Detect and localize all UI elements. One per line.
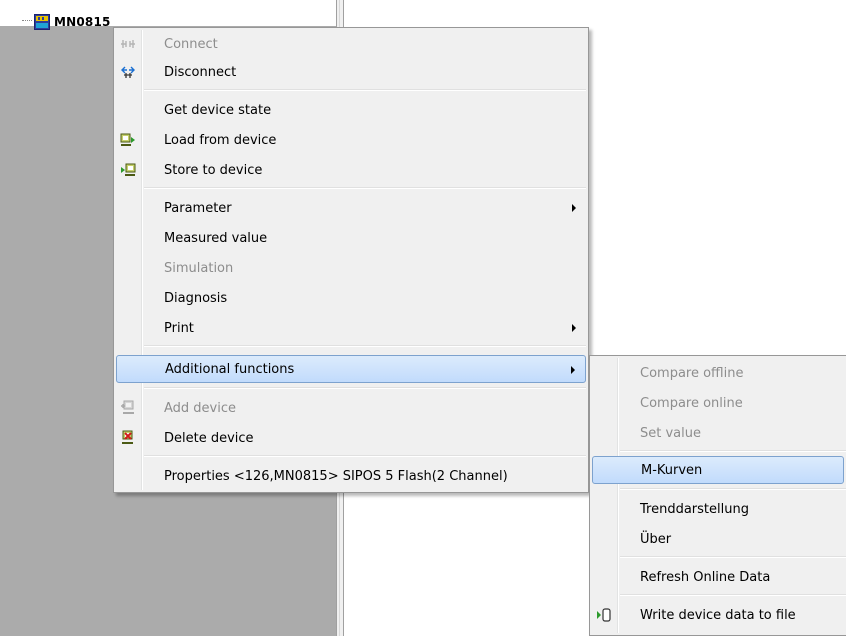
menu-item-diagnosis[interactable]: Diagnosis [116,284,586,312]
menu-separator [620,450,846,452]
menu-item-label: Delete device [164,430,254,446]
menu-separator [144,187,586,189]
menu-item-label: Parameter [164,200,232,216]
delete-device-icon [119,429,137,447]
connect-icon [119,35,137,53]
menu-item-label: Load from device [164,132,277,148]
submenu-item-refresh-online-data[interactable]: Refresh Online Data [592,563,844,591]
menu-item-label: Set value [640,425,701,441]
submenu-item-ueber[interactable]: Über [592,525,844,553]
menu-item-connect[interactable]: Connect [116,30,586,58]
menu-item-label: M-Kurven [641,462,703,478]
submenu-item-set-value[interactable]: Set value [592,419,844,447]
submenu-item-trenddarstellung[interactable]: Trenddarstellung [592,495,844,523]
device-node-icon [34,14,50,30]
submenu-arrow-icon [572,204,576,212]
tree-node-device[interactable]: MN0815 [34,13,111,31]
context-menu: Connect Disconnect Get device state Load… [113,27,589,493]
menu-item-label: Connect [164,36,218,52]
menu-item-label: Properties <126,MN0815> SIPOS 5 Flash(2 … [164,468,508,484]
menu-item-measured-value[interactable]: Measured value [116,224,586,252]
menu-separator [144,89,586,91]
tree-connector-line [22,20,32,21]
menu-separator [620,488,846,490]
submenu-item-write-device-data[interactable]: Write device data to file [592,601,844,629]
menu-item-label: Simulation [164,260,234,276]
menu-separator [620,556,846,558]
menu-item-label: Diagnosis [164,290,228,306]
submenu-item-compare-offline[interactable]: Compare offline [592,359,844,387]
disconnect-icon [119,63,137,81]
menu-item-label: Store to device [164,162,263,178]
menu-item-label: Additional functions [165,361,295,377]
menu-item-simulation[interactable]: Simulation [116,254,586,282]
menu-separator [620,594,846,596]
menu-item-label: Add device [164,400,237,416]
menu-item-label: Über [640,531,672,547]
menu-item-add-device[interactable]: Add device [116,394,586,422]
menu-item-store-to-device[interactable]: Store to device [116,156,586,184]
menu-item-label: Trenddarstellung [640,501,749,517]
load-from-device-icon [119,131,137,149]
tree-node-label: MN0815 [54,15,111,29]
menu-separator [144,387,586,389]
menu-item-label: Disconnect [164,64,237,80]
menu-item-label: Measured value [164,230,268,246]
menu-item-label: Get device state [164,102,272,118]
menu-item-label: Compare offline [640,365,744,381]
menu-separator [144,455,586,457]
menu-item-disconnect[interactable]: Disconnect [116,58,586,86]
menu-separator [144,345,586,347]
store-to-device-icon [119,161,137,179]
menu-item-additional-functions[interactable]: Additional functions [116,355,586,383]
menu-item-label: Refresh Online Data [640,569,771,585]
menu-item-label: Compare online [640,395,743,411]
menu-item-get-device-state[interactable]: Get device state [116,96,586,124]
menu-item-print[interactable]: Print [116,314,586,342]
add-device-icon [119,399,137,417]
submenu-arrow-icon [571,366,575,374]
write-file-icon [595,606,613,624]
submenu-item-compare-online[interactable]: Compare online [592,389,844,417]
menu-item-properties[interactable]: Properties <126,MN0815> SIPOS 5 Flash(2 … [116,462,586,490]
menu-item-parameter[interactable]: Parameter [116,194,586,222]
menu-item-label: Write device data to file [640,607,796,623]
menu-item-label: Print [164,320,194,336]
additional-functions-submenu: Compare offline Compare online Set value… [589,355,846,636]
menu-item-delete-device[interactable]: Delete device [116,424,586,452]
menu-item-load-from-device[interactable]: Load from device [116,126,586,154]
submenu-arrow-icon [572,324,576,332]
submenu-item-m-kurven[interactable]: M-Kurven [592,456,844,484]
